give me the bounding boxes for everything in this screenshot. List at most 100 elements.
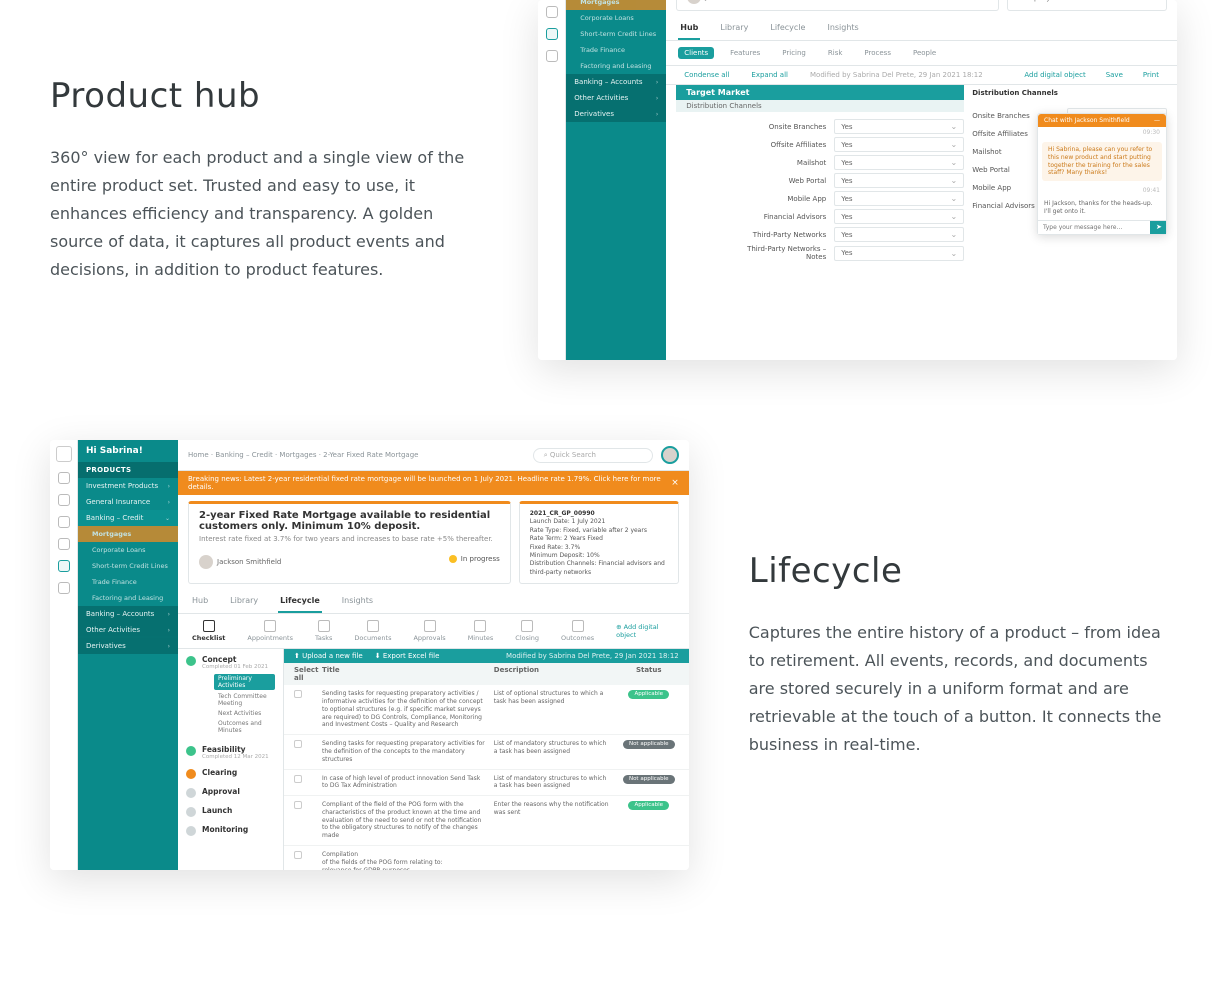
icontab-approvals[interactable]: Approvals	[413, 620, 445, 642]
user-icon[interactable]	[58, 582, 70, 594]
sidebar-item-banking-accounts[interactable]: Banking – Accounts›	[566, 74, 666, 90]
timeline-substep[interactable]: Next Activities	[218, 710, 275, 717]
row-checkbox[interactable]	[294, 740, 302, 748]
subtab-process[interactable]: Process	[858, 47, 897, 59]
tab-hub[interactable]: Hub	[678, 17, 700, 40]
sidebar-item-short-term[interactable]: Short-term Credit Lines	[566, 26, 666, 42]
timeline-substep[interactable]: Tech Committee Meeting	[218, 693, 275, 707]
user-avatar[interactable]	[661, 446, 679, 464]
icontab-minutes[interactable]: Minutes	[468, 620, 494, 642]
row-checkbox[interactable]	[294, 851, 302, 859]
timeline-stage[interactable]: ConceptCompleted 01 Feb 2021Preliminary …	[186, 655, 275, 737]
chat-panel[interactable]: Chat with Jackson Smithfield — 09:30 Hi …	[1037, 113, 1167, 235]
sidebar-item-factoring[interactable]: Factoring and Leasing	[566, 58, 666, 74]
chat-input[interactable]	[1038, 221, 1150, 234]
condense-all-button[interactable]: Condense all	[678, 69, 735, 81]
add-object-button[interactable]: ⊕ Add digital object	[616, 623, 675, 639]
checklist-row[interactable]: In case of high level of product innovat…	[284, 770, 689, 797]
timeline-substep[interactable]: Outcomes and Minutes	[218, 720, 275, 734]
sidebar-item-other[interactable]: Other Activities›	[78, 622, 178, 638]
home-icon[interactable]	[58, 472, 70, 484]
tab-lifecycle[interactable]: Lifecycle	[768, 17, 807, 40]
search-icon[interactable]	[546, 6, 558, 18]
sidebar-item-short-term[interactable]: Short-term Credit Lines	[78, 558, 178, 574]
timeline-stage[interactable]: Monitoring	[186, 825, 275, 836]
field-select[interactable]: Yes	[834, 155, 964, 170]
field-label: Mailshot	[736, 159, 826, 167]
sidebar-item-mortgages[interactable]: Mortgages	[78, 526, 178, 542]
eye-icon[interactable]	[58, 538, 70, 550]
col-select[interactable]: Select all	[294, 666, 314, 682]
layers-icon[interactable]	[58, 494, 70, 506]
user-icon[interactable]	[546, 50, 558, 62]
breadcrumb[interactable]: Home · Banking – Credit · Mortgages · 2-…	[188, 451, 418, 459]
subtab-risk[interactable]: Risk	[822, 47, 849, 59]
search-icon[interactable]	[58, 516, 70, 528]
sidebar-item-derivatives[interactable]: Derivatives›	[78, 638, 178, 654]
timeline-stage[interactable]: FeasibilityCompleted 12 Mar 2021	[186, 745, 275, 760]
checklist-row[interactable]: Sending tasks for requesting preparatory…	[284, 685, 689, 735]
timeline-substep[interactable]: Preliminary Activities	[214, 674, 275, 690]
field-select[interactable]: Yes	[834, 137, 964, 152]
sidebar-item-banking-credit[interactable]: Banking – Credit⌄	[78, 510, 178, 526]
sidebar-item-other[interactable]: Other Activities›	[566, 90, 666, 106]
row-checkbox[interactable]	[294, 690, 302, 698]
icontab-appointments[interactable]: Appointments	[247, 620, 293, 642]
subtab-features[interactable]: Features	[724, 47, 766, 59]
sidebar-item-insurance[interactable]: General Insurance›	[78, 494, 178, 510]
subtab-people[interactable]: People	[907, 47, 942, 59]
col-desc: Description	[494, 666, 611, 682]
tab-lifecycle[interactable]: Lifecycle	[278, 590, 322, 613]
icontab-closing[interactable]: Closing	[515, 620, 539, 642]
sidebar-item-trade-finance[interactable]: Trade Finance	[78, 574, 178, 590]
field-label: Onsite Branches	[736, 123, 826, 131]
field-select[interactable]: Yes	[834, 227, 964, 242]
row-checkbox[interactable]	[294, 775, 302, 783]
sidebar-item-mortgages[interactable]: Mortgages	[566, 0, 666, 10]
subtab-pricing[interactable]: Pricing	[776, 47, 812, 59]
subtab-clients[interactable]: Clients	[678, 47, 714, 59]
chat-minimize-icon[interactable]: —	[1154, 117, 1160, 124]
search-input[interactable]: ⌕ Quick Search	[533, 448, 653, 463]
icontab-tasks[interactable]: Tasks	[315, 620, 332, 642]
sidebar-item-factoring[interactable]: Factoring and Leasing	[78, 590, 178, 606]
timeline-stage[interactable]: Launch	[186, 806, 275, 817]
close-icon[interactable]: ×	[671, 478, 679, 488]
print-button[interactable]: Print	[1137, 69, 1165, 81]
checklist-row[interactable]: Compliant of the field of the POG form w…	[284, 796, 689, 846]
field-select[interactable]: Yes	[834, 173, 964, 188]
chart-icon[interactable]	[58, 560, 70, 572]
upload-file-button[interactable]: ⬆ Upload a new file	[294, 652, 363, 660]
sidebar-item-corporate-loans[interactable]: Corporate Loans	[566, 10, 666, 26]
section-target-market[interactable]: Target Market	[676, 85, 964, 100]
chat-send-button[interactable]: ➤	[1150, 221, 1166, 234]
row-checkbox[interactable]	[294, 801, 302, 809]
export-excel-button[interactable]: ⬇ Export Excel file	[375, 652, 440, 660]
field-select[interactable]: Yes	[834, 209, 964, 224]
icontab-checklist[interactable]: Checklist	[192, 620, 225, 642]
field-select[interactable]: Yes	[834, 246, 964, 261]
tab-hub[interactable]: Hub	[190, 590, 210, 613]
news-banner[interactable]: Breaking news: Latest 2-year residential…	[178, 471, 689, 495]
tab-insights[interactable]: Insights	[825, 17, 860, 40]
save-button[interactable]: Save	[1100, 69, 1129, 81]
add-object-button[interactable]: Add digital object	[1018, 69, 1091, 81]
chart-icon[interactable]	[546, 28, 558, 40]
expand-all-button[interactable]: Expand all	[745, 69, 794, 81]
field-select[interactable]: Yes	[834, 119, 964, 134]
sidebar-item-investment[interactable]: Investment Products›	[78, 478, 178, 494]
tab-insights[interactable]: Insights	[340, 590, 375, 613]
icontab-outcomes[interactable]: Outcomes	[561, 620, 594, 642]
sidebar-item-banking-accounts[interactable]: Banking – Accounts›	[78, 606, 178, 622]
sidebar-item-derivatives[interactable]: Derivatives›	[566, 106, 666, 122]
timeline-stage[interactable]: Approval	[186, 787, 275, 798]
checklist-row[interactable]: Compilation of the fields of the POG for…	[284, 846, 689, 870]
tab-library[interactable]: Library	[718, 17, 750, 40]
checklist-row[interactable]: Sending tasks for requesting preparatory…	[284, 735, 689, 769]
sidebar-item-corporate-loans[interactable]: Corporate Loans	[78, 542, 178, 558]
timeline-stage[interactable]: Clearing	[186, 768, 275, 779]
sidebar-item-trade-finance[interactable]: Trade Finance	[566, 42, 666, 58]
icontab-documents[interactable]: Documents	[354, 620, 391, 642]
tab-library[interactable]: Library	[228, 590, 260, 613]
field-select[interactable]: Yes	[834, 191, 964, 206]
